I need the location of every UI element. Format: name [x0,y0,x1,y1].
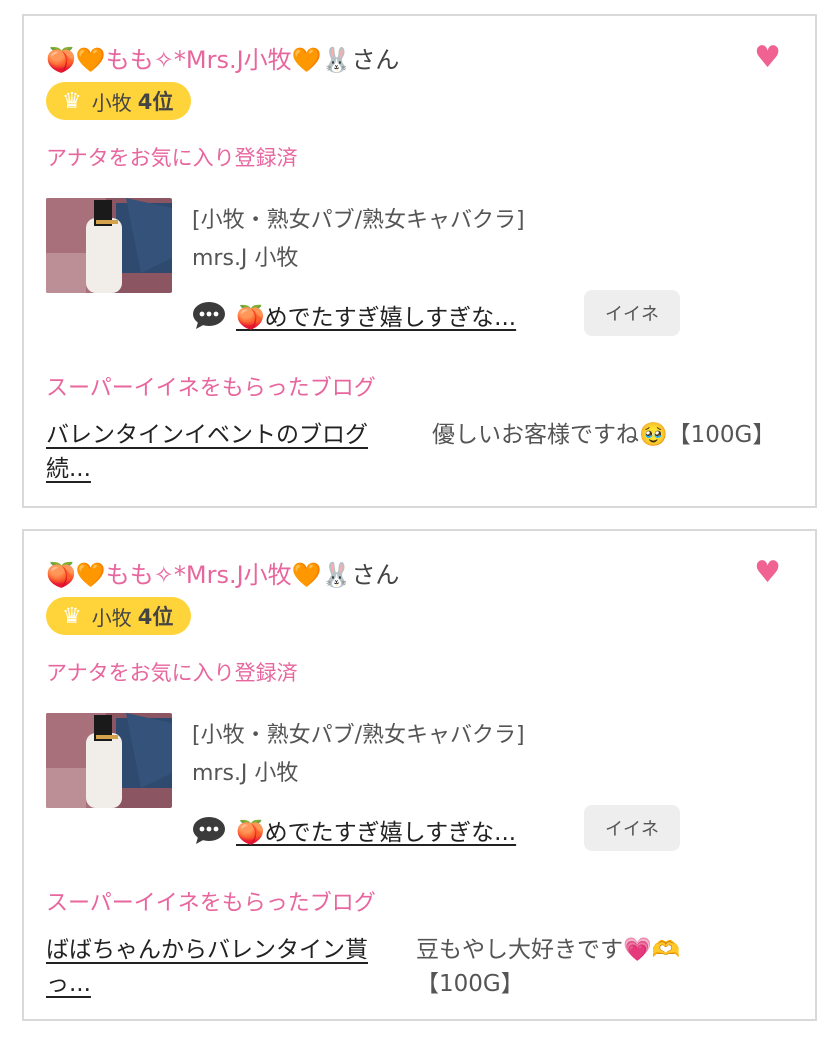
favorite-status: アナタをお気に入り登録済 [46,146,298,170]
comment-row: 🍑めでたすぎ嬉しすぎな... [192,813,516,847]
favorite-status: アナタをお気に入り登録済 [46,661,298,685]
user-name[interactable]: 🍑🧡もも✧*Mrs.J小牧🧡🐰 [46,46,351,74]
blog-title-link[interactable]: バレンタインイベントのブログ続... [46,418,406,486]
blog-message: 優しいお客様ですね🥹【100G】 [432,422,776,448]
rank-area: 小牧 [91,90,132,115]
crown-icon: ♛ [62,88,82,114]
comment-link[interactable]: 🍑めでたすぎ嬉しすぎな... [236,813,516,847]
shop-name[interactable]: mrs.J 小牧 [192,755,298,787]
shop-category: [小牧・熟女パブ/熟女キャバクラ] [192,723,525,748]
comment-row: 🍑めでたすぎ嬉しすぎな... [192,298,516,332]
profile-thumbnail[interactable] [46,713,172,808]
user-honorific: さん [351,561,400,589]
user-name-row[interactable]: 🍑🧡もも✧*Mrs.J小牧🧡🐰さん [46,555,399,590]
rank-badge: ♛ 小牧 4位 [46,597,192,635]
blog-message: 豆もやし大好きです💗🫶【100G】 [416,937,681,997]
rank-badge: ♛ 小牧 4位 [46,82,192,120]
blog-like-card: 🍑🧡もも✧*Mrs.J小牧🧡🐰さん ♥ ♛ 小牧 4位 アナタをお気に入り登録済… [22,14,817,508]
rank-area: 小牧 [91,605,132,630]
user-honorific: さん [351,46,400,74]
speech-bubble-icon [193,817,225,844]
speech-bubble-icon [193,302,225,329]
comment-link[interactable]: 🍑めでたすぎ嬉しすぎな... [236,298,516,332]
iine-button[interactable]: イイネ [584,290,680,336]
iine-button[interactable]: イイネ [584,805,680,851]
rank-number: 4位 [137,90,174,114]
crown-icon: ♛ [62,603,82,629]
blog-like-card: 🍑🧡もも✧*Mrs.J小牧🧡🐰さん ♥ ♛ 小牧 4位 アナタをお気に入り登録済… [22,529,817,1021]
favorite-heart-icon[interactable]: ♥ [754,555,781,590]
user-name-row[interactable]: 🍑🧡もも✧*Mrs.J小牧🧡🐰さん [46,40,399,75]
rank-number: 4位 [137,605,174,629]
favorite-heart-icon[interactable]: ♥ [754,40,781,75]
profile-thumbnail[interactable] [46,198,172,293]
super-iine-label: スーパーイイネをもらったブログ [46,891,376,916]
shop-name[interactable]: mrs.J 小牧 [192,240,298,272]
user-name[interactable]: 🍑🧡もも✧*Mrs.J小牧🧡🐰 [46,561,351,589]
super-iine-label: スーパーイイネをもらったブログ [46,376,376,401]
shop-category: [小牧・熟女パブ/熟女キャバクラ] [192,208,525,233]
blog-title-link[interactable]: ばばちゃんからバレンタイン貰っ... [46,933,406,1001]
